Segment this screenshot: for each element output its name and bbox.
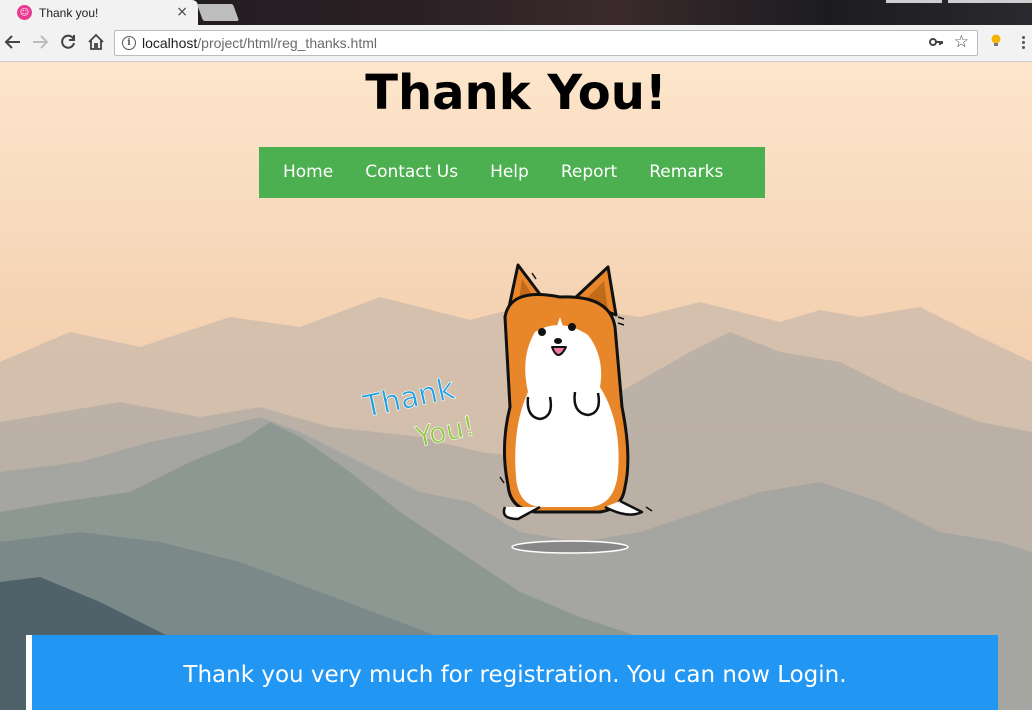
url-host: localhost <box>142 35 198 51</box>
window-minimize-button[interactable] <box>886 0 942 3</box>
you-text: You! <box>412 409 478 454</box>
bookmark-star-icon[interactable]: ☆ <box>954 32 969 52</box>
address-bar[interactable]: i localhost/project/html/reg_thanks.html… <box>114 30 978 56</box>
url-path: /project/html/reg_thanks.html <box>197 35 378 51</box>
url-text[interactable]: localhost/project/html/reg_thanks.html <box>142 35 377 51</box>
forward-button[interactable] <box>29 31 51 53</box>
nav-report[interactable]: Report <box>545 147 633 198</box>
browser-tab[interactable]: ☺ Thank you! × <box>0 0 198 25</box>
window-maximize-button[interactable] <box>948 0 1032 3</box>
site-info-icon[interactable]: i <box>122 36 136 50</box>
forward-arrow-icon <box>33 35 49 49</box>
browser-toolbar: i localhost/project/html/reg_thanks.html… <box>0 25 1032 62</box>
nav-home[interactable]: Home <box>267 147 349 198</box>
back-arrow-icon <box>4 35 20 49</box>
reload-button[interactable] <box>57 31 79 53</box>
page-title: Thank You! <box>365 65 667 121</box>
key-shape <box>929 38 943 46</box>
new-tab-button[interactable] <box>196 4 240 21</box>
corgi-icon <box>499 263 653 521</box>
browser-menu-icon[interactable] <box>1022 36 1026 52</box>
close-tab-icon[interactable]: × <box>176 4 188 20</box>
bulb-icon[interactable] <box>990 34 1002 48</box>
home-icon <box>88 33 104 50</box>
registration-success-message: Thank you very much for registration. Yo… <box>26 635 998 710</box>
corgi-thank-you-illustration: Thank You! <box>360 263 653 554</box>
back-button[interactable] <box>2 31 24 53</box>
nav-remarks[interactable]: Remarks <box>633 147 739 198</box>
key-icon[interactable] <box>929 36 943 51</box>
reload-icon <box>61 34 75 49</box>
nav-help[interactable]: Help <box>474 147 545 198</box>
shadow-ellipse <box>511 540 629 554</box>
nav-contact-us[interactable]: Contact Us <box>349 147 474 198</box>
app-favicon-icon: ☺ <box>17 5 32 20</box>
main-navbar: Home Contact Us Help Report Remarks <box>259 147 765 198</box>
home-button[interactable] <box>85 31 107 53</box>
browser-tab-strip: ☺ Thank you! × <box>0 0 1032 25</box>
message-text: Thank you very much for registration. Yo… <box>183 662 847 688</box>
page-body: Thank You! Home Contact Us Help Report R… <box>0 62 1032 710</box>
tab-title: Thank you! <box>39 5 99 20</box>
